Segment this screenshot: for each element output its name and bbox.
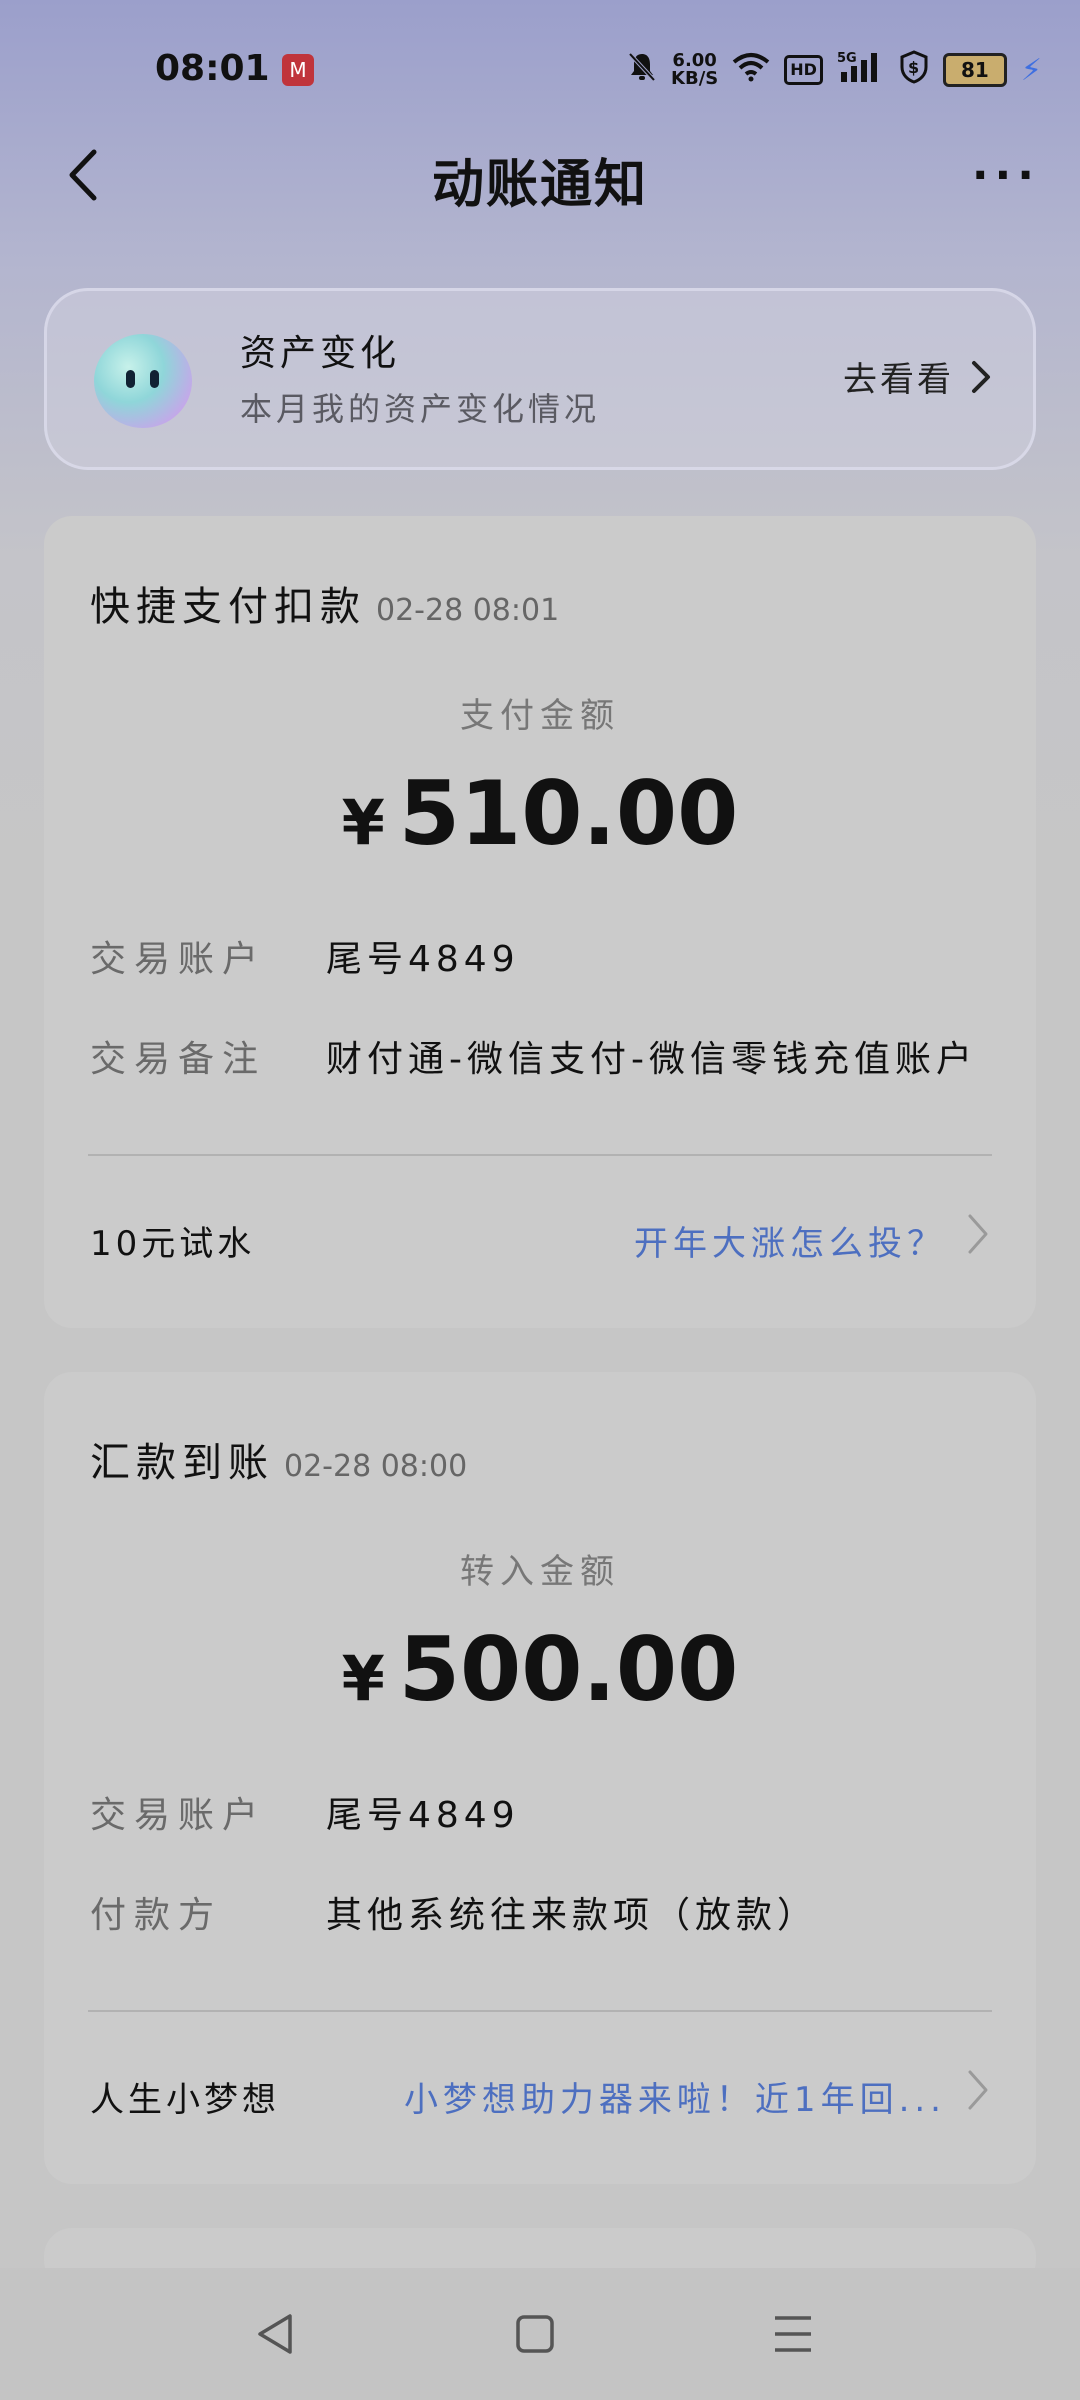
row-label-note: 交易备注 [90,1039,267,1080]
mascot-avatar [94,334,192,428]
status-icons: 6.00 KB/S HD 5G $ 81 ⚡︎ [627,49,1042,91]
5g-signal-icon: 5G [837,50,885,91]
transaction-card: 汇款到账 02-28 08:00 转入金额 ¥500.00 交易账户 尾号4849… [44,1372,1036,2184]
nav-back-icon[interactable] [246,2308,306,2360]
svg-text:$: $ [908,58,919,77]
nav-menu-icon[interactable] [763,2308,823,2360]
amount-label: 支付金额 [460,696,620,736]
mascot-eye-right [150,370,159,388]
row-label-payer: 付款方 [90,1895,223,1936]
shield-dollar-icon: $ [899,49,929,91]
asset-banner-title: 资产变化 [240,333,401,374]
mascot-eye-left [126,370,135,388]
amount: ¥510.00 [44,762,1036,865]
page-title: 动账通知 [431,155,648,215]
transaction-time: 02-28 08:00 [284,1449,468,1484]
row-label-account: 交易账户 [90,1795,267,1836]
bank-app-icon: M [282,54,314,86]
currency-symbol: ¥ [341,786,385,859]
row-value-payer: 其他系统往来款项（放款） [326,1895,819,1936]
status-time: 08:01 [155,48,270,89]
amount-value: 500.00 [398,1618,739,1721]
chevron-right-icon[interactable] [964,1212,992,1256]
chevron-right-icon[interactable] [964,2068,992,2112]
promo-link[interactable]: 小梦想助力器来啦！近1年回... [404,2072,946,2121]
asset-banner-subtitle: 本月我的资产变化情况 [240,390,601,428]
card-header: 快捷支付扣款 02-28 08:01 [90,574,559,632]
card-header: 汇款到账 02-28 08:00 [90,1430,467,1488]
row-label-account: 交易账户 [90,939,267,980]
row-value-note: 财付通-微信支付-微信零钱充值账户 [326,1039,977,1080]
transaction-type: 快捷支付扣款 [90,584,366,630]
more-dots-icon: ··· [971,150,1040,201]
nav-home-icon[interactable] [505,2308,565,2360]
asset-banner-action[interactable]: 去看看 [843,352,992,401]
asset-banner-action-label: 去看看 [843,360,954,400]
charging-bolt-icon: ⚡︎ [1020,52,1042,88]
promo-link[interactable]: 开年大涨怎么投？ [634,1216,946,1265]
system-nav-bar [0,2268,1080,2400]
status-bar: 08:01 M 6.00 KB/S HD 5G $ 81 ⚡︎ [0,0,1080,140]
promo-title: 人生小梦想 [90,2080,280,2120]
chevron-right-icon [972,360,990,393]
battery-icon: 81 [942,53,1007,87]
transaction-card: 快捷支付扣款 02-28 08:01 支付金额 ¥510.00 交易账户 尾号48… [44,516,1036,1328]
more-button[interactable]: ··· [972,150,1040,201]
hd-icon: HD [784,55,823,85]
asset-change-banner[interactable]: 资产变化 本月我的资产变化情况 去看看 [44,288,1036,470]
net-speed-unit: KB/S [671,68,719,89]
row-value-account: 尾号4849 [326,939,520,980]
transaction-time: 02-28 08:01 [376,593,560,628]
amount-value: 510.00 [398,762,739,865]
divider [88,2010,992,2012]
net-speed: 6.00 KB/S [671,52,718,88]
currency-symbol: ¥ [341,1642,385,1715]
mute-bell-icon [627,51,657,90]
amount-label: 转入金额 [460,1552,620,1592]
signal-label: 5G [837,51,857,66]
promo-title: 10元试水 [90,1224,256,1264]
transaction-type: 汇款到账 [90,1440,274,1486]
wifi-icon [732,52,770,89]
row-value-account: 尾号4849 [326,1795,520,1836]
amount: ¥500.00 [44,1618,1036,1721]
divider [88,1154,992,1156]
